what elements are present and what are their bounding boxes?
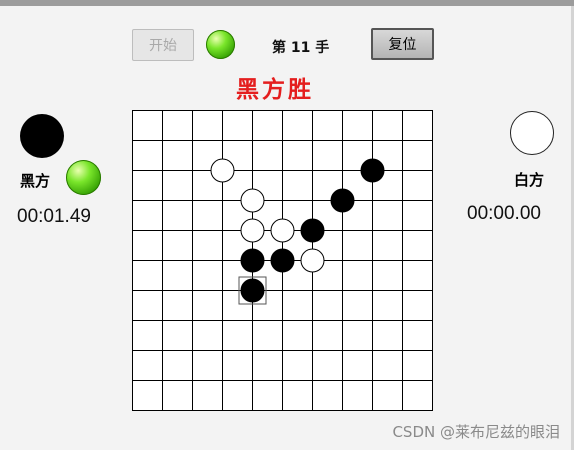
window-top-bar (0, 0, 574, 6)
black-player-stone-icon (20, 114, 64, 158)
white-stone (240, 188, 265, 213)
black-stone (240, 278, 265, 303)
white-player-stone-icon (510, 111, 554, 155)
move-counter: 第 11 手 (272, 40, 330, 56)
white-stone (240, 218, 265, 243)
white-stone (270, 218, 295, 243)
start-button[interactable]: 开始 (132, 29, 194, 61)
white-player-timer: 00:00.00 (467, 203, 541, 224)
reset-button[interactable]: 复位 (371, 28, 434, 60)
white-stone (210, 158, 235, 183)
black-player-active-led (66, 160, 101, 195)
black-stone (240, 248, 265, 273)
turn-indicator-led (206, 30, 235, 59)
watermark-text: CSDN @莱布尼兹的眼泪 (392, 423, 560, 441)
black-stone (300, 218, 325, 243)
black-player-name: 黑方 (20, 172, 51, 190)
winner-banner: 黑方胜 (236, 76, 314, 103)
black-stone (330, 188, 355, 213)
gomoku-board[interactable] (132, 110, 433, 411)
white-player-name: 白方 (514, 171, 545, 189)
black-player-timer: 00:01.49 (17, 206, 91, 227)
white-stone (300, 248, 325, 273)
black-stone (270, 248, 295, 273)
black-stone (360, 158, 385, 183)
